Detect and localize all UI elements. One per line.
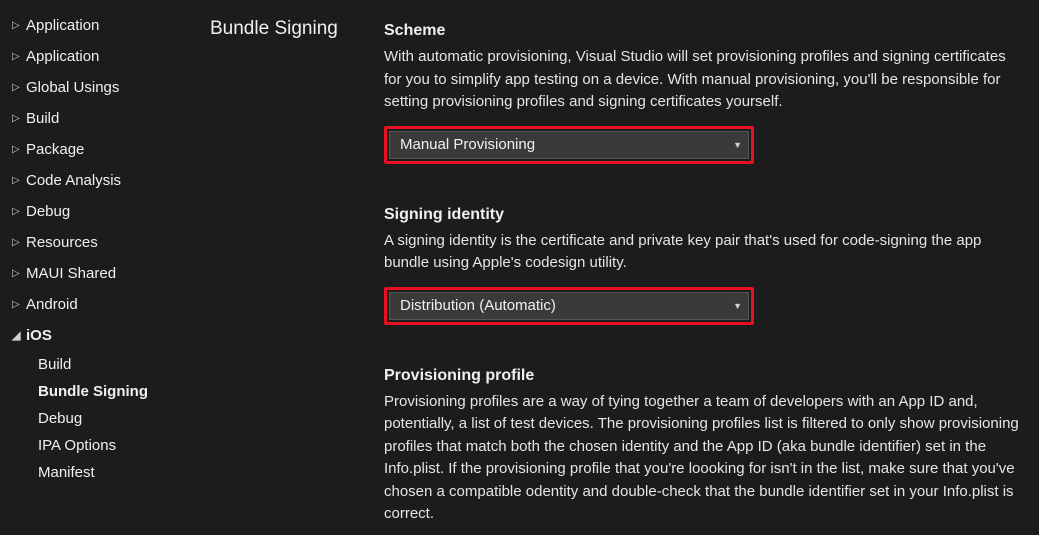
signing-identity-dropdown-value: Distribution (Automatic) <box>400 297 556 314</box>
chevron-right-icon: ▷ <box>12 237 26 248</box>
section-signing-identity: Signing identity A signing identity is t… <box>384 206 1019 325</box>
tree-item-maui-shared[interactable]: ▷ MAUI Shared <box>8 258 200 289</box>
tree-item-ios[interactable]: ◢ iOS <box>8 320 200 351</box>
tree-item-label: iOS <box>26 327 52 344</box>
sub-item-ipa-options[interactable]: IPA Options <box>8 432 200 459</box>
properties-sidebar: ▷ Application ▷ Application ▷ Global Usi… <box>0 0 200 535</box>
chevron-right-icon: ▷ <box>12 206 26 217</box>
provisioning-profile-description: Provisioning profiles are a way of tying… <box>384 391 1019 526</box>
sub-item-debug[interactable]: Debug <box>8 405 200 432</box>
tree-item-resources[interactable]: ▷ Resources <box>8 227 200 258</box>
scheme-dropdown-value: Manual Provisioning <box>400 136 535 153</box>
signing-identity-dropdown-highlight: Distribution (Automatic) ▼ <box>384 287 754 325</box>
chevron-right-icon: ▷ <box>12 144 26 155</box>
tree-item-global-usings[interactable]: ▷ Global Usings <box>8 72 200 103</box>
sub-item-bundle-signing[interactable]: Bundle Signing <box>8 378 200 405</box>
scheme-heading: Scheme <box>384 22 1019 40</box>
tree-item-label: Debug <box>26 203 70 220</box>
page-title: Bundle Signing <box>200 0 380 535</box>
sub-item-manifest[interactable]: Manifest <box>8 459 200 486</box>
chevron-right-icon: ▷ <box>12 20 26 31</box>
tree-item-package[interactable]: ▷ Package <box>8 134 200 165</box>
signing-identity-description: A signing identity is the certificate an… <box>384 230 1019 275</box>
tree-item-label: Code Analysis <box>26 172 121 189</box>
tree-item-label: Application <box>26 48 99 65</box>
tree-item-label: Resources <box>26 234 98 251</box>
tree-item-build[interactable]: ▷ Build <box>8 103 200 134</box>
chevron-right-icon: ▷ <box>12 51 26 62</box>
tree-item-label: MAUI Shared <box>26 265 116 282</box>
scheme-dropdown-highlight: Manual Provisioning ▼ <box>384 126 754 164</box>
tree-item-label: Package <box>26 141 84 158</box>
section-scheme: Scheme With automatic provisioning, Visu… <box>384 22 1019 164</box>
section-provisioning-profile: Provisioning profile Provisioning profil… <box>384 367 1019 535</box>
tree-item-label: Build <box>26 110 59 127</box>
tree-item-label: Application <box>26 17 99 34</box>
chevron-right-icon: ▷ <box>12 299 26 310</box>
tree-item-application-2[interactable]: ▷ Application <box>8 41 200 72</box>
chevron-right-icon: ▷ <box>12 268 26 279</box>
tree-item-code-analysis[interactable]: ▷ Code Analysis <box>8 165 200 196</box>
chevron-right-icon: ▷ <box>12 175 26 186</box>
tree-item-android[interactable]: ▷ Android <box>8 289 200 320</box>
sub-item-label: Bundle Signing <box>38 383 148 400</box>
chevron-right-icon: ▷ <box>12 113 26 124</box>
tree-item-label: Android <box>26 296 78 313</box>
sub-item-label: Manifest <box>38 464 95 481</box>
chevron-down-icon: ◢ <box>12 329 26 342</box>
scheme-description: With automatic provisioning, Visual Stud… <box>384 46 1019 114</box>
signing-identity-dropdown[interactable]: Distribution (Automatic) ▼ <box>389 292 749 320</box>
caret-down-icon: ▼ <box>733 301 742 311</box>
content-pane: Scheme With automatic provisioning, Visu… <box>380 0 1039 535</box>
scheme-dropdown[interactable]: Manual Provisioning ▼ <box>389 131 749 159</box>
chevron-right-icon: ▷ <box>12 82 26 93</box>
sub-item-build[interactable]: Build <box>8 351 200 378</box>
provisioning-profile-heading: Provisioning profile <box>384 367 1019 385</box>
tree-item-label: Global Usings <box>26 79 119 96</box>
tree-item-application-1[interactable]: ▷ Application <box>8 10 200 41</box>
caret-down-icon: ▼ <box>733 140 742 150</box>
tree-item-debug[interactable]: ▷ Debug <box>8 196 200 227</box>
sub-item-label: IPA Options <box>38 437 116 454</box>
signing-identity-heading: Signing identity <box>384 206 1019 224</box>
sub-item-label: Debug <box>38 410 82 427</box>
sub-item-label: Build <box>38 356 71 373</box>
